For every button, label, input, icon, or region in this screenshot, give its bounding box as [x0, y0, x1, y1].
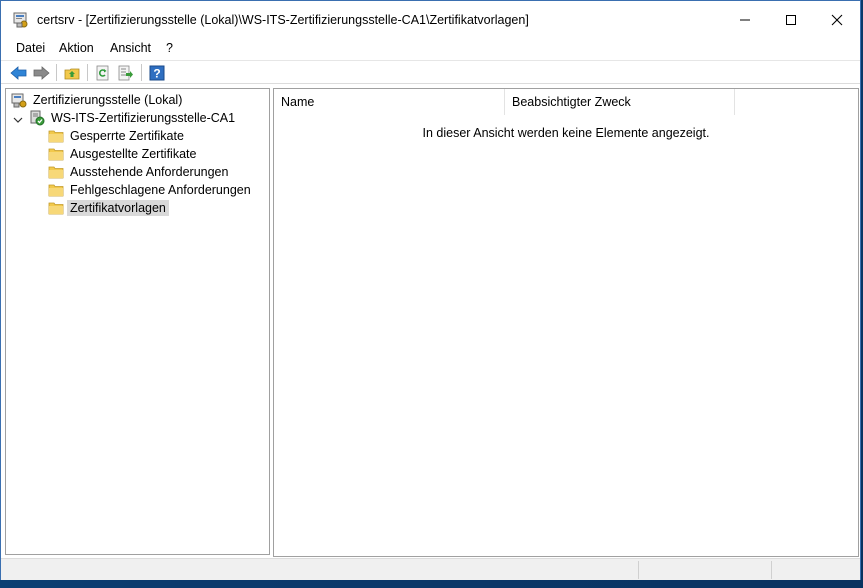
tree-item-failed[interactable]: Fehlgeschlagene Anforderungen — [48, 181, 251, 199]
tree-item-label: Zertifikatvorlagen — [67, 200, 169, 216]
chevron-down-icon[interactable] — [13, 114, 23, 124]
back-arrow-icon — [9, 66, 26, 80]
menu-bar: Datei Aktion Ansicht ? — [1, 39, 860, 59]
certsrv-icon — [13, 12, 29, 28]
forward-arrow-icon — [33, 66, 50, 80]
menu-help[interactable]: ? — [165, 41, 174, 55]
tree-item-pending[interactable]: Ausstehende Anforderungen — [48, 163, 228, 181]
status-cell — [771, 561, 861, 579]
tree-item-label: WS-ITS-Zertifizierungsstelle-CA1 — [51, 111, 236, 125]
close-button[interactable] — [814, 1, 860, 39]
menu-ansicht[interactable]: Ansicht — [109, 41, 152, 55]
status-cell — [638, 561, 772, 579]
result-pane[interactable]: Name Beabsichtigter Zweck In dieser Ansi… — [273, 88, 859, 557]
folder-icon — [48, 182, 64, 198]
window-title: certsrv - [Zertifizierungsstelle (Lokal)… — [37, 13, 529, 27]
console-tree[interactable]: Zertifizierungsstelle (Lokal) WS-ITS-Zer… — [5, 88, 270, 555]
ca-server-icon — [29, 110, 45, 126]
menu-aktion[interactable]: Aktion — [58, 41, 95, 55]
minimize-icon — [740, 19, 750, 21]
column-header-purpose[interactable]: Beabsichtigter Zweck — [505, 89, 735, 115]
tree-item-label: Gesperrte Zertifikate — [70, 129, 184, 143]
close-icon — [831, 14, 843, 26]
minimize-button[interactable] — [722, 1, 768, 39]
menu-datei[interactable]: Datei — [15, 41, 46, 55]
export-list-button[interactable] — [117, 64, 135, 82]
up-folder-icon — [64, 68, 80, 80]
help-icon: ? — [149, 65, 165, 81]
tree-item-root[interactable]: Zertifizierungsstelle (Lokal) — [11, 91, 182, 109]
maximize-icon — [786, 15, 796, 25]
status-bar — [1, 558, 860, 580]
tree-item-label: Ausstehende Anforderungen — [70, 165, 229, 179]
mmc-window: certsrv - [Zertifizierungsstelle (Lokal)… — [0, 0, 861, 580]
forward-button[interactable] — [32, 64, 50, 82]
ca-snapin-icon — [11, 92, 27, 108]
refresh-icon — [96, 65, 109, 81]
help-button[interactable]: ? — [148, 64, 166, 82]
tree-item-label: Zertifizierungsstelle (Lokal) — [33, 93, 183, 107]
empty-view-message: In dieser Ansicht werden keine Elemente … — [422, 126, 710, 140]
tree-item-label: Ausgestellte Zertifikate — [70, 147, 197, 161]
refresh-button[interactable] — [94, 64, 112, 82]
maximize-button[interactable] — [768, 1, 814, 39]
up-level-button[interactable] — [63, 64, 81, 82]
export-list-icon — [118, 65, 133, 81]
svg-text:?: ? — [153, 67, 160, 81]
tree-item-ca[interactable]: WS-ITS-Zertifizierungsstelle-CA1 — [29, 109, 235, 127]
tree-item-issued[interactable]: Ausgestellte Zertifikate — [48, 145, 196, 163]
title-bar[interactable]: certsrv - [Zertifizierungsstelle (Lokal)… — [1, 1, 860, 39]
folder-icon — [48, 164, 64, 180]
folder-icon — [48, 200, 64, 216]
back-button[interactable] — [9, 64, 27, 82]
toolbar: ? — [1, 60, 860, 84]
tree-item-label: Fehlgeschlagene Anforderungen — [70, 183, 251, 197]
tree-item-templates[interactable]: Zertifikatvorlagen — [48, 199, 169, 217]
column-header-name[interactable]: Name — [274, 89, 505, 115]
folder-icon — [48, 128, 64, 144]
tree-item-revoked[interactable]: Gesperrte Zertifikate — [48, 127, 184, 145]
folder-icon — [48, 146, 64, 162]
